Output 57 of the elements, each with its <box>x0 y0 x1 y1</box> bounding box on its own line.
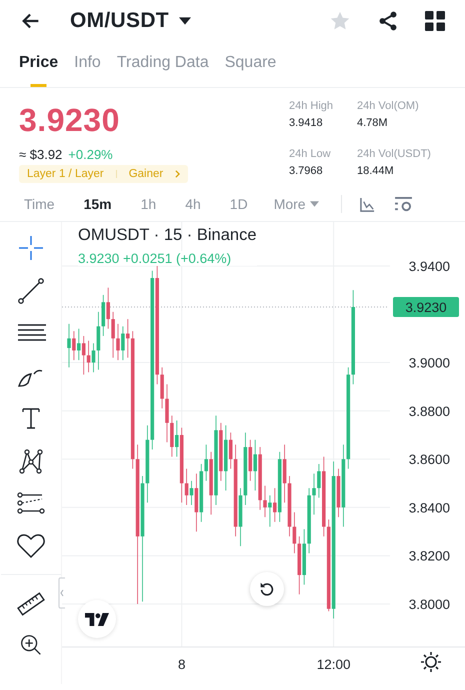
collapse-handle[interactable] <box>58 577 66 609</box>
reset-button[interactable] <box>250 572 284 606</box>
stat-label: 24h Low <box>289 148 332 160</box>
line-tool-icon[interactable] <box>16 276 44 304</box>
price-axis-label: 3.8600 <box>408 452 450 468</box>
time-axis-label: 8 <box>178 657 186 672</box>
stat-value: 18.44M <box>357 164 395 176</box>
interval-tab[interactable]: Time <box>24 196 55 212</box>
last-price-tag <box>393 297 459 317</box>
usd-price: ≈ $3.92 <box>19 147 62 162</box>
star-icon[interactable] <box>329 10 351 32</box>
more-dropdown[interactable]: More <box>274 196 319 212</box>
price-axis-label: 3.8400 <box>408 500 450 516</box>
last-price: 3.9230 <box>19 102 121 139</box>
price-axis-label: 3.8800 <box>408 404 450 419</box>
tab[interactable]: Square <box>224 50 276 87</box>
pattern-icon[interactable] <box>16 446 44 474</box>
logo-button[interactable] <box>78 600 116 638</box>
price-axis-label: 3.8200 <box>408 548 450 564</box>
tab[interactable]: Info <box>74 50 101 87</box>
last-price-tag-text: 3.9230 <box>405 300 447 315</box>
interval-tab[interactable]: 15m <box>84 196 112 212</box>
interval-tab[interactable]: 4h <box>185 196 201 212</box>
stat-value: 4.78M <box>357 117 389 129</box>
caret-icon <box>310 201 319 207</box>
interval-tab[interactable]: 1h <box>140 196 156 212</box>
price-change: +0.29% <box>68 147 113 162</box>
pair-title[interactable]: OM/USDT <box>70 9 169 33</box>
tag-label: Gainer <box>128 168 164 180</box>
stat-label: 24h Vol(USDT) <box>357 148 432 160</box>
caret-icon[interactable] <box>178 17 191 25</box>
chart-quote: 3.9230 +0.0251 (+0.64%) <box>78 251 257 266</box>
chart-indicator-icon[interactable] <box>360 196 375 212</box>
share-icon[interactable] <box>377 10 399 32</box>
price-axis-label: 3.9400 <box>408 258 450 274</box>
stat-label: 24h High <box>289 100 334 112</box>
stat-value: 3.9418 <box>289 117 324 129</box>
ruler-icon[interactable] <box>16 590 46 618</box>
interval-tab[interactable]: 1D <box>230 196 248 212</box>
heart-icon[interactable] <box>16 532 46 560</box>
settings-icon[interactable] <box>394 196 412 212</box>
stat-label: 24h Vol(OM) <box>357 100 420 112</box>
sun-icon[interactable] <box>421 652 441 672</box>
tab[interactable]: Trading Data <box>116 50 209 87</box>
chart-title: OMUSDT · 15 · Binance <box>78 226 257 245</box>
grid-icon[interactable] <box>425 11 445 31</box>
tag-label: Layer 1 / Layer <box>27 168 104 180</box>
tab[interactable]: Price <box>19 50 58 87</box>
price-axis-label: 3.8000 <box>408 597 450 612</box>
tag-bar[interactable]: Layer 1 / Layer Gainer <box>19 165 188 183</box>
stat-value: 3.7968 <box>289 164 324 176</box>
time-axis-label: 12:00 <box>316 657 350 672</box>
price-axis-label: 3.9000 <box>408 356 450 371</box>
logo-icon <box>85 612 109 626</box>
reset-icon <box>258 580 276 598</box>
crosshair-icon[interactable] <box>16 234 44 262</box>
chevron-icon <box>175 170 180 178</box>
